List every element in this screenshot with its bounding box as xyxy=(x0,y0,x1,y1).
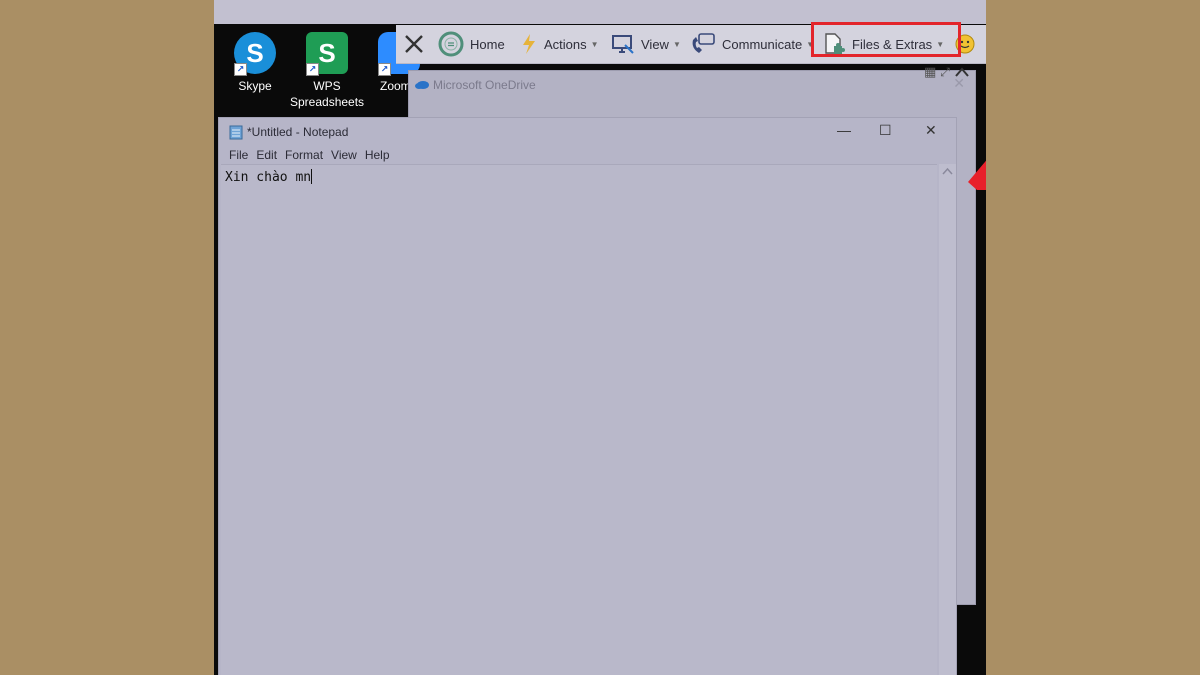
grid-icon[interactable]: ▦ xyxy=(924,64,936,80)
home-label: Home xyxy=(470,36,505,52)
phone-chat-icon xyxy=(692,33,715,53)
minimize-button[interactable]: — xyxy=(837,122,851,138)
onedrive-title: Microsoft OneDrive xyxy=(433,78,536,92)
view-menu[interactable]: View ▼ xyxy=(611,25,681,63)
menu-format[interactable]: Format xyxy=(281,148,327,162)
desktop-icon-label: Skype xyxy=(238,79,272,93)
close-session-button[interactable] xyxy=(404,25,424,63)
notepad-titlebar: *Untitled - Notepad xyxy=(229,118,348,146)
notepad-text-area[interactable]: Xin chào mn xyxy=(221,164,937,675)
shortcut-arrow-icon: ↗ xyxy=(306,63,319,76)
wps-spreadsheets-icon: S ↗ xyxy=(306,32,348,76)
shortcut-arrow-icon: ↗ xyxy=(378,63,391,76)
chevron-down-icon: ▼ xyxy=(672,39,681,49)
notepad-menubar: File Edit Format View Help xyxy=(225,148,394,162)
text-caret xyxy=(311,169,313,184)
menu-view[interactable]: View xyxy=(327,148,361,162)
cloud-icon xyxy=(415,81,429,89)
notepad-title: *Untitled - Notepad xyxy=(247,125,349,139)
chevron-down-icon: ▼ xyxy=(590,39,599,49)
home-button[interactable]: Home xyxy=(438,25,505,63)
menu-edit[interactable]: Edit xyxy=(252,148,281,162)
home-icon xyxy=(438,31,464,57)
view-label: View xyxy=(641,36,669,52)
desktop-icon-wps-spreadsheets[interactable]: S ↗ WPS Spreadsheets xyxy=(290,32,364,110)
shortcut-arrow-icon: ↗ xyxy=(234,63,247,76)
close-button[interactable]: ✕ xyxy=(925,122,937,139)
chevron-up-icon[interactable] xyxy=(939,164,956,178)
notepad-content-line: Xin chào mn xyxy=(225,169,313,185)
lightning-icon xyxy=(523,34,535,54)
maximize-button[interactable]: ☐ xyxy=(879,122,892,139)
desktop-icon-skype[interactable]: S ↗ Skype xyxy=(218,32,292,94)
vertical-scrollbar[interactable] xyxy=(939,164,956,675)
pointer-arrow-icon xyxy=(968,160,986,190)
notepad-icon xyxy=(229,125,243,140)
close-icon xyxy=(405,35,423,53)
menu-file[interactable]: File xyxy=(225,148,252,162)
menu-help[interactable]: Help xyxy=(361,148,394,162)
remote-screen: S ↗ Skype S ↗ WPS Spreadsheets ↗ Zoom Mi… xyxy=(214,0,986,675)
communicate-label: Communicate xyxy=(722,36,803,52)
skype-icon: S ↗ xyxy=(234,32,276,76)
actions-label: Actions xyxy=(544,36,587,52)
fullscreen-icon[interactable]: ⤢ xyxy=(940,65,950,80)
notepad-window[interactable]: *Untitled - Notepad — ☐ ✕ File Edit Form… xyxy=(218,117,957,675)
communicate-menu[interactable]: Communicate ▼ xyxy=(690,25,814,63)
highlight-box xyxy=(811,22,961,57)
notepad-content: Xin chào mn xyxy=(225,170,312,185)
actions-menu[interactable]: Actions ▼ xyxy=(520,25,599,63)
desktop-icon-label: WPS Spreadsheets xyxy=(290,79,365,109)
monitor-icon xyxy=(612,35,634,54)
